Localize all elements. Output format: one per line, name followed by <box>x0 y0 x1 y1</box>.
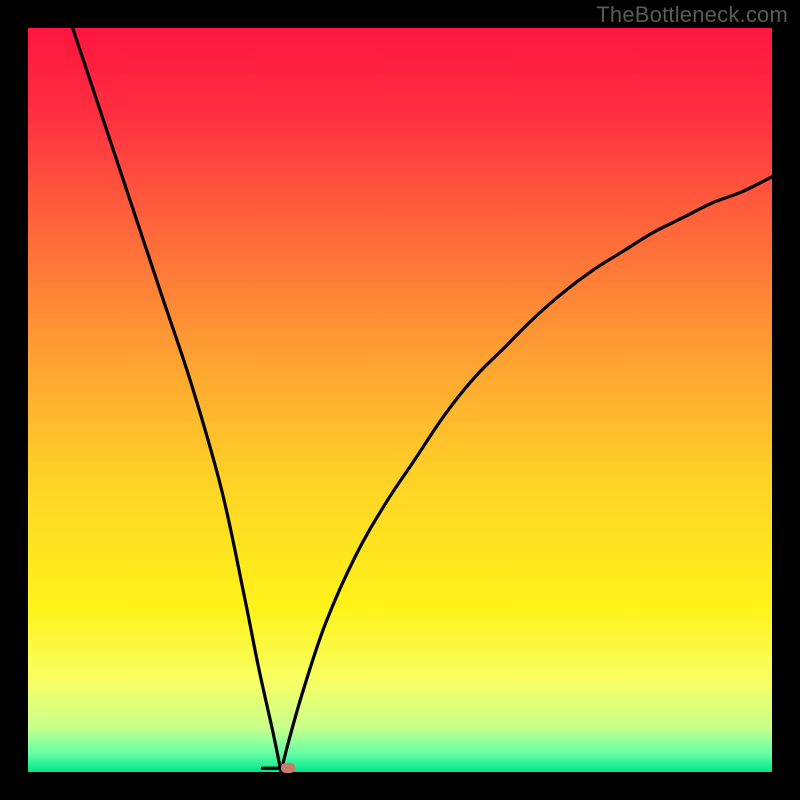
plot-area <box>28 28 772 772</box>
gradient-background <box>28 28 772 772</box>
chart-frame: TheBottleneck.com <box>0 0 800 800</box>
plot-svg <box>28 28 772 772</box>
watermark-text: TheBottleneck.com <box>596 2 788 28</box>
minimum-marker-icon <box>281 763 295 773</box>
